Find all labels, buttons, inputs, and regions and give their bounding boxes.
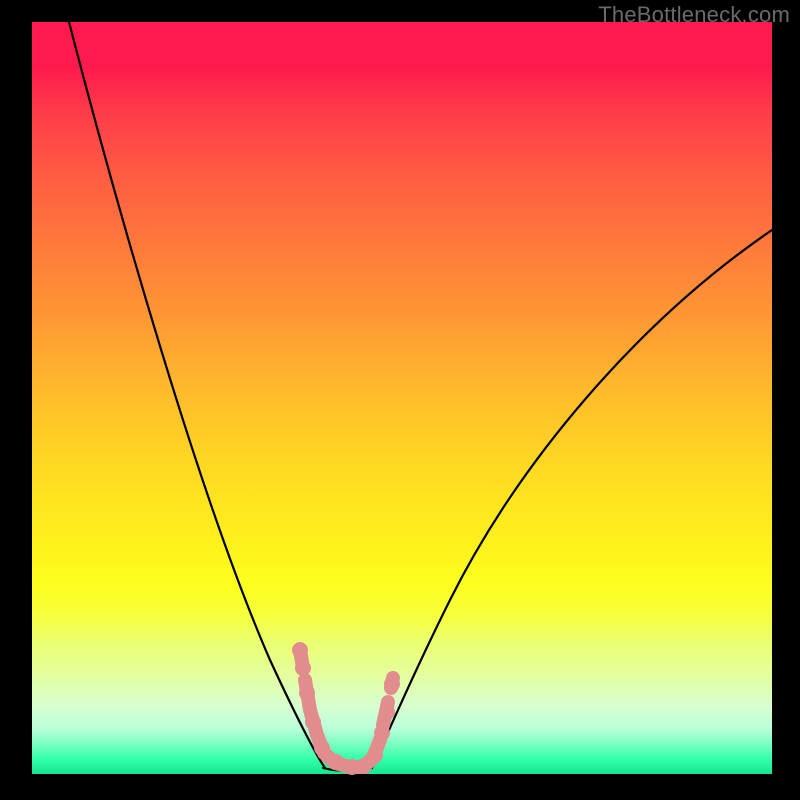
- chart-frame: TheBottleneck.com: [0, 0, 800, 800]
- chart-plot-area: [32, 22, 772, 774]
- watermark-text: TheBottleneck.com: [598, 2, 790, 28]
